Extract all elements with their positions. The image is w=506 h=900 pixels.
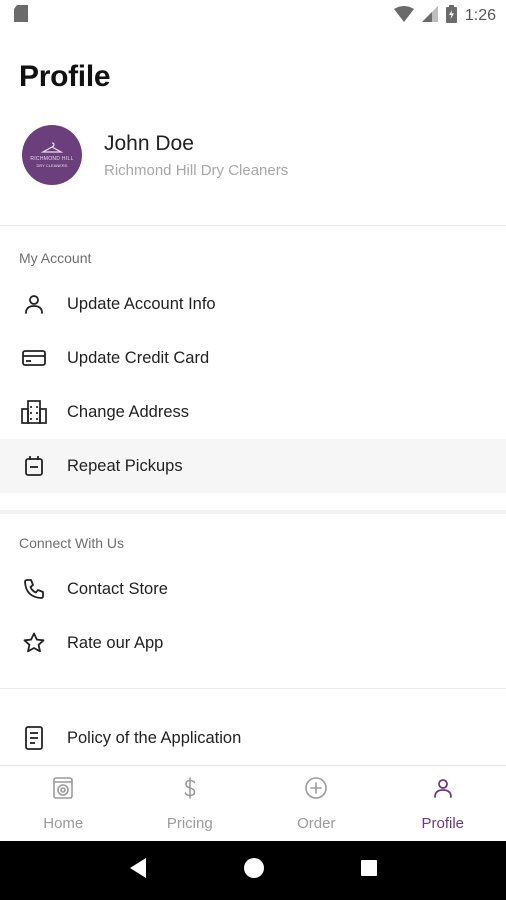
battery-icon <box>445 4 457 28</box>
menu-item-label: Rate our App <box>67 633 164 652</box>
page-title: Profile <box>19 60 111 93</box>
menu-item-policy[interactable]: Policy of the Application <box>0 711 506 765</box>
menu-item-label: Repeat Pickups <box>67 456 183 475</box>
status-time: 1:26 <box>464 7 496 24</box>
calendar-icon <box>20 452 48 480</box>
menu-item-update-credit-card[interactable]: Update Credit Card <box>0 331 506 385</box>
sd-card-icon <box>14 5 28 27</box>
building-icon <box>20 398 48 426</box>
nav-item-order[interactable]: Order <box>253 766 380 841</box>
nav-label-profile: Profile <box>421 815 465 832</box>
phone-icon <box>20 575 48 603</box>
plus-circle-icon <box>304 776 328 805</box>
star-icon <box>20 629 48 657</box>
person-icon <box>20 290 48 318</box>
avatar-logo-subtext: DRY CLEANERS <box>36 163 68 168</box>
menu-item-label: Change Address <box>67 402 190 421</box>
person-icon <box>431 776 455 805</box>
menu-item-label: Update Credit Card <box>67 348 210 367</box>
nav-label-home: Home <box>43 815 84 832</box>
system-nav-bar <box>0 841 506 900</box>
status-bar: 1:26 <box>0 0 506 32</box>
nav-item-profile[interactable]: Profile <box>380 766 506 841</box>
menu-item-label: Update Account Info <box>67 294 216 313</box>
divider <box>0 688 506 689</box>
back-icon[interactable] <box>128 857 148 884</box>
signal-icon <box>421 5 438 27</box>
divider <box>0 510 506 514</box>
nav-item-pricing[interactable]: Pricing <box>127 766 254 841</box>
credit-card-icon <box>20 344 48 372</box>
section-label-connect: Connect With Us <box>19 535 125 551</box>
menu-item-repeat-pickups[interactable]: Repeat Pickups <box>0 439 506 493</box>
menu-item-label: Policy of the Application <box>67 728 242 747</box>
avatar[interactable]: RICHMOND HILL DRY CLEANERS <box>22 125 82 185</box>
profile-name: John Doe <box>104 131 194 155</box>
recents-icon[interactable] <box>360 859 378 882</box>
dollar-icon <box>178 776 202 805</box>
document-icon <box>20 724 48 752</box>
nav-label-pricing: Pricing <box>166 815 213 832</box>
bottom-nav: Home Pricing Order Profile <box>0 765 506 841</box>
menu-item-rate-our-app[interactable]: Rate our App <box>0 616 506 670</box>
home-circle-icon[interactable] <box>243 857 265 884</box>
avatar-logo-text: RICHMOND HILL <box>30 156 74 162</box>
section-label-my-account: My Account <box>19 250 92 266</box>
menu-item-label: Contact Store <box>67 579 168 598</box>
nav-item-home[interactable]: Home <box>0 766 127 841</box>
menu-item-contact-store[interactable]: Contact Store <box>0 562 506 616</box>
wifi-icon <box>393 5 414 27</box>
home-icon <box>51 776 75 805</box>
hanger-logo-icon <box>41 142 63 153</box>
menu-item-update-account-info[interactable]: Update Account Info <box>0 277 506 331</box>
profile-header[interactable]: RICHMOND HILL DRY CLEANERS John Doe Rich… <box>22 125 288 185</box>
menu-item-change-address[interactable]: Change Address <box>0 385 506 439</box>
nav-label-order: Order <box>297 815 336 832</box>
divider <box>0 225 506 226</box>
profile-store: Richmond Hill Dry Cleaners <box>104 161 289 179</box>
